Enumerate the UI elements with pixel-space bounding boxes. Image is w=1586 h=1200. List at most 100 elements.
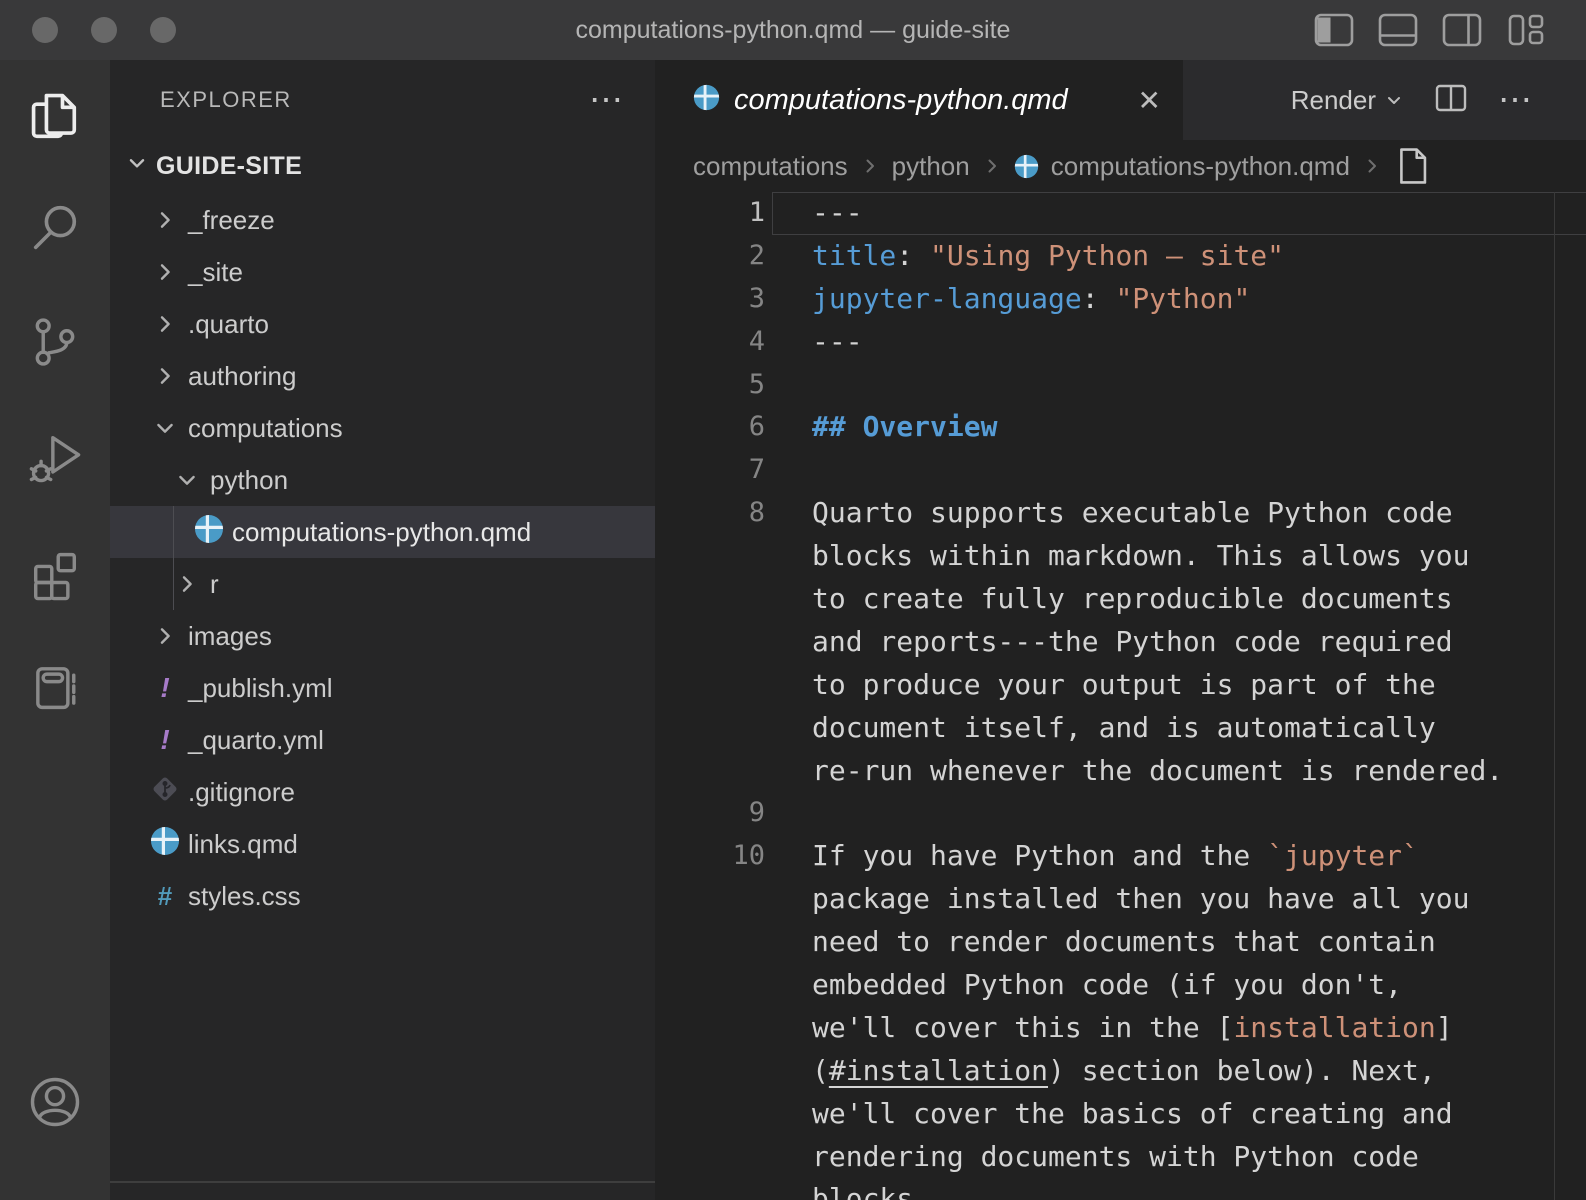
notebook-icon[interactable]	[23, 655, 87, 719]
code-line[interactable]: blocks within markdown. This allows you	[655, 535, 1586, 578]
code-line[interactable]: 5	[655, 364, 1586, 407]
breadcrumb-chevron-icon	[982, 156, 1002, 176]
extensions-icon[interactable]	[23, 543, 87, 607]
breadcrumb: computations python computations-python.…	[655, 140, 1586, 192]
quarto-icon	[194, 514, 224, 551]
code-line[interactable]: we'll cover this in the [installation]	[655, 1007, 1586, 1050]
chevron-down-icon	[150, 416, 180, 440]
tree-item-label: r	[210, 569, 219, 600]
line-number	[655, 621, 800, 664]
line-number	[655, 578, 800, 621]
tree-item-authoring[interactable]: authoring	[110, 350, 655, 402]
code-editor[interactable]: 1---2title: "Using Python — site"3jupyte…	[655, 192, 1586, 1200]
line-number	[655, 1178, 800, 1200]
git-icon	[150, 774, 180, 811]
tree-item-r[interactable]: r	[110, 558, 655, 610]
toggle-secondary-sidebar-icon[interactable]	[1442, 12, 1482, 48]
code-line[interactable]: 8Quarto supports executable Python code	[655, 492, 1586, 535]
tab-bar: computations-python.qmd ✕ Render ⋯	[655, 60, 1586, 140]
code-line[interactable]: (#installation) section below). Next,	[655, 1050, 1586, 1093]
split-editor-icon[interactable]	[1434, 82, 1468, 119]
accounts-icon[interactable]	[23, 1070, 87, 1134]
render-button[interactable]: Render	[1291, 85, 1404, 116]
code-line[interactable]: 6## Overview	[655, 406, 1586, 449]
breadcrumb-segment[interactable]: computations-python.qmd	[1051, 151, 1350, 182]
section-header-outline[interactable]: OUTLINE	[110, 1181, 655, 1200]
tree-item--publish-yml[interactable]: !_publish.yml	[110, 662, 655, 714]
tree-item--gitignore[interactable]: .gitignore	[110, 766, 655, 818]
line-number: 8	[655, 492, 800, 535]
tree-item-python[interactable]: python	[110, 454, 655, 506]
close-tab-icon[interactable]: ✕	[1138, 84, 1161, 117]
tree-item-computations-python-qmd[interactable]: computations-python.qmd	[110, 506, 655, 558]
code-line[interactable]: embedded Python code (if you don't,	[655, 964, 1586, 1007]
line-number	[655, 1007, 800, 1050]
line-number	[655, 707, 800, 750]
toggle-panel-icon[interactable]	[1378, 12, 1418, 48]
explorer-sidebar: EXPLORER ⋯ GUIDE-SITE _freeze_site.quart…	[110, 60, 655, 1200]
chevron-right-icon	[150, 260, 180, 284]
quarto-icon	[150, 826, 180, 863]
tab-computations-python-qmd[interactable]: computations-python.qmd ✕	[655, 60, 1183, 140]
run-and-debug-icon[interactable]	[23, 425, 87, 489]
tree-item-label: computations-python.qmd	[232, 517, 531, 548]
chevron-right-icon	[150, 624, 180, 648]
tree-item-label: links.qmd	[188, 829, 298, 860]
window-titlebar: computations-python.qmd — guide-site	[0, 0, 1586, 60]
code-line[interactable]: and reports---the Python code required	[655, 621, 1586, 664]
code-line[interactable]: document itself, and is automatically	[655, 707, 1586, 750]
tree-item-label: .quarto	[188, 309, 269, 340]
quarto-icon	[1014, 154, 1039, 179]
code-line[interactable]: 7	[655, 449, 1586, 492]
tree-item-label: _publish.yml	[188, 673, 333, 704]
code-line[interactable]: 10If you have Python and the `jupyter`	[655, 835, 1586, 878]
breadcrumb-segment[interactable]: python	[892, 151, 970, 182]
code-line[interactable]: to create fully reproducible documents	[655, 578, 1586, 621]
line-number: 7	[655, 449, 800, 492]
explorer-icon[interactable]	[23, 85, 87, 149]
code-line[interactable]: 1---	[655, 192, 1586, 235]
tree-item--quarto[interactable]: .quarto	[110, 298, 655, 350]
tree-item-computations[interactable]: computations	[110, 402, 655, 454]
breadcrumb-chevron-icon	[860, 156, 880, 176]
line-number	[655, 750, 800, 793]
breadcrumb-segment[interactable]: computations	[693, 151, 848, 182]
explorer-more-actions-icon[interactable]: ⋯	[589, 90, 625, 110]
code-line[interactable]: 9	[655, 792, 1586, 835]
tree-item-images[interactable]: images	[110, 610, 655, 662]
editor-more-actions-icon[interactable]: ⋯	[1498, 90, 1534, 110]
line-number: 9	[655, 792, 800, 835]
line-number	[655, 1093, 800, 1136]
manage-gear-icon[interactable]	[23, 1190, 87, 1200]
code-line[interactable]: 2title: "Using Python — site"	[655, 235, 1586, 278]
code-line[interactable]: 3jupyter-language: "Python"	[655, 278, 1586, 321]
code-line[interactable]: need to render documents that contain	[655, 921, 1586, 964]
file-tree: _freeze_site .quarto authoring computations…	[110, 194, 655, 922]
tree-item--site[interactable]: _site	[110, 246, 655, 298]
tree-item--quarto-yml[interactable]: !_quarto.yml	[110, 714, 655, 766]
tree-item-styles-css[interactable]: #styles.css	[110, 870, 655, 922]
line-number: 2	[655, 235, 800, 278]
customize-layout-icon[interactable]	[1506, 12, 1546, 48]
chevron-down-icon	[172, 468, 202, 492]
code-line[interactable]: 4---	[655, 321, 1586, 364]
code-line[interactable]: package installed then you have all you	[655, 878, 1586, 921]
section-label: GUIDE-SITE	[156, 152, 302, 181]
code-line[interactable]: we'll cover the basics of creating and	[655, 1093, 1586, 1136]
code-line[interactable]: blocks.	[655, 1178, 1586, 1200]
line-number: 5	[655, 364, 800, 407]
code-line[interactable]: re-run whenever the document is rendered…	[655, 750, 1586, 793]
section-header-guide-site[interactable]: GUIDE-SITE	[110, 140, 655, 192]
tree-item-label: computations	[188, 413, 343, 444]
code-line[interactable]: to produce your output is part of the	[655, 664, 1586, 707]
search-icon[interactable]	[23, 195, 87, 259]
line-number: 3	[655, 278, 800, 321]
tree-item--freeze[interactable]: _freeze	[110, 194, 655, 246]
code-line[interactable]: rendering documents with Python code	[655, 1136, 1586, 1179]
breadcrumb-chevron-icon	[1362, 156, 1382, 176]
source-control-icon[interactable]	[23, 310, 87, 374]
toggle-primary-sidebar-icon[interactable]	[1314, 12, 1354, 48]
line-number: 1	[655, 192, 800, 235]
file-outline-icon	[1394, 146, 1430, 186]
tree-item-links-qmd[interactable]: links.qmd	[110, 818, 655, 870]
